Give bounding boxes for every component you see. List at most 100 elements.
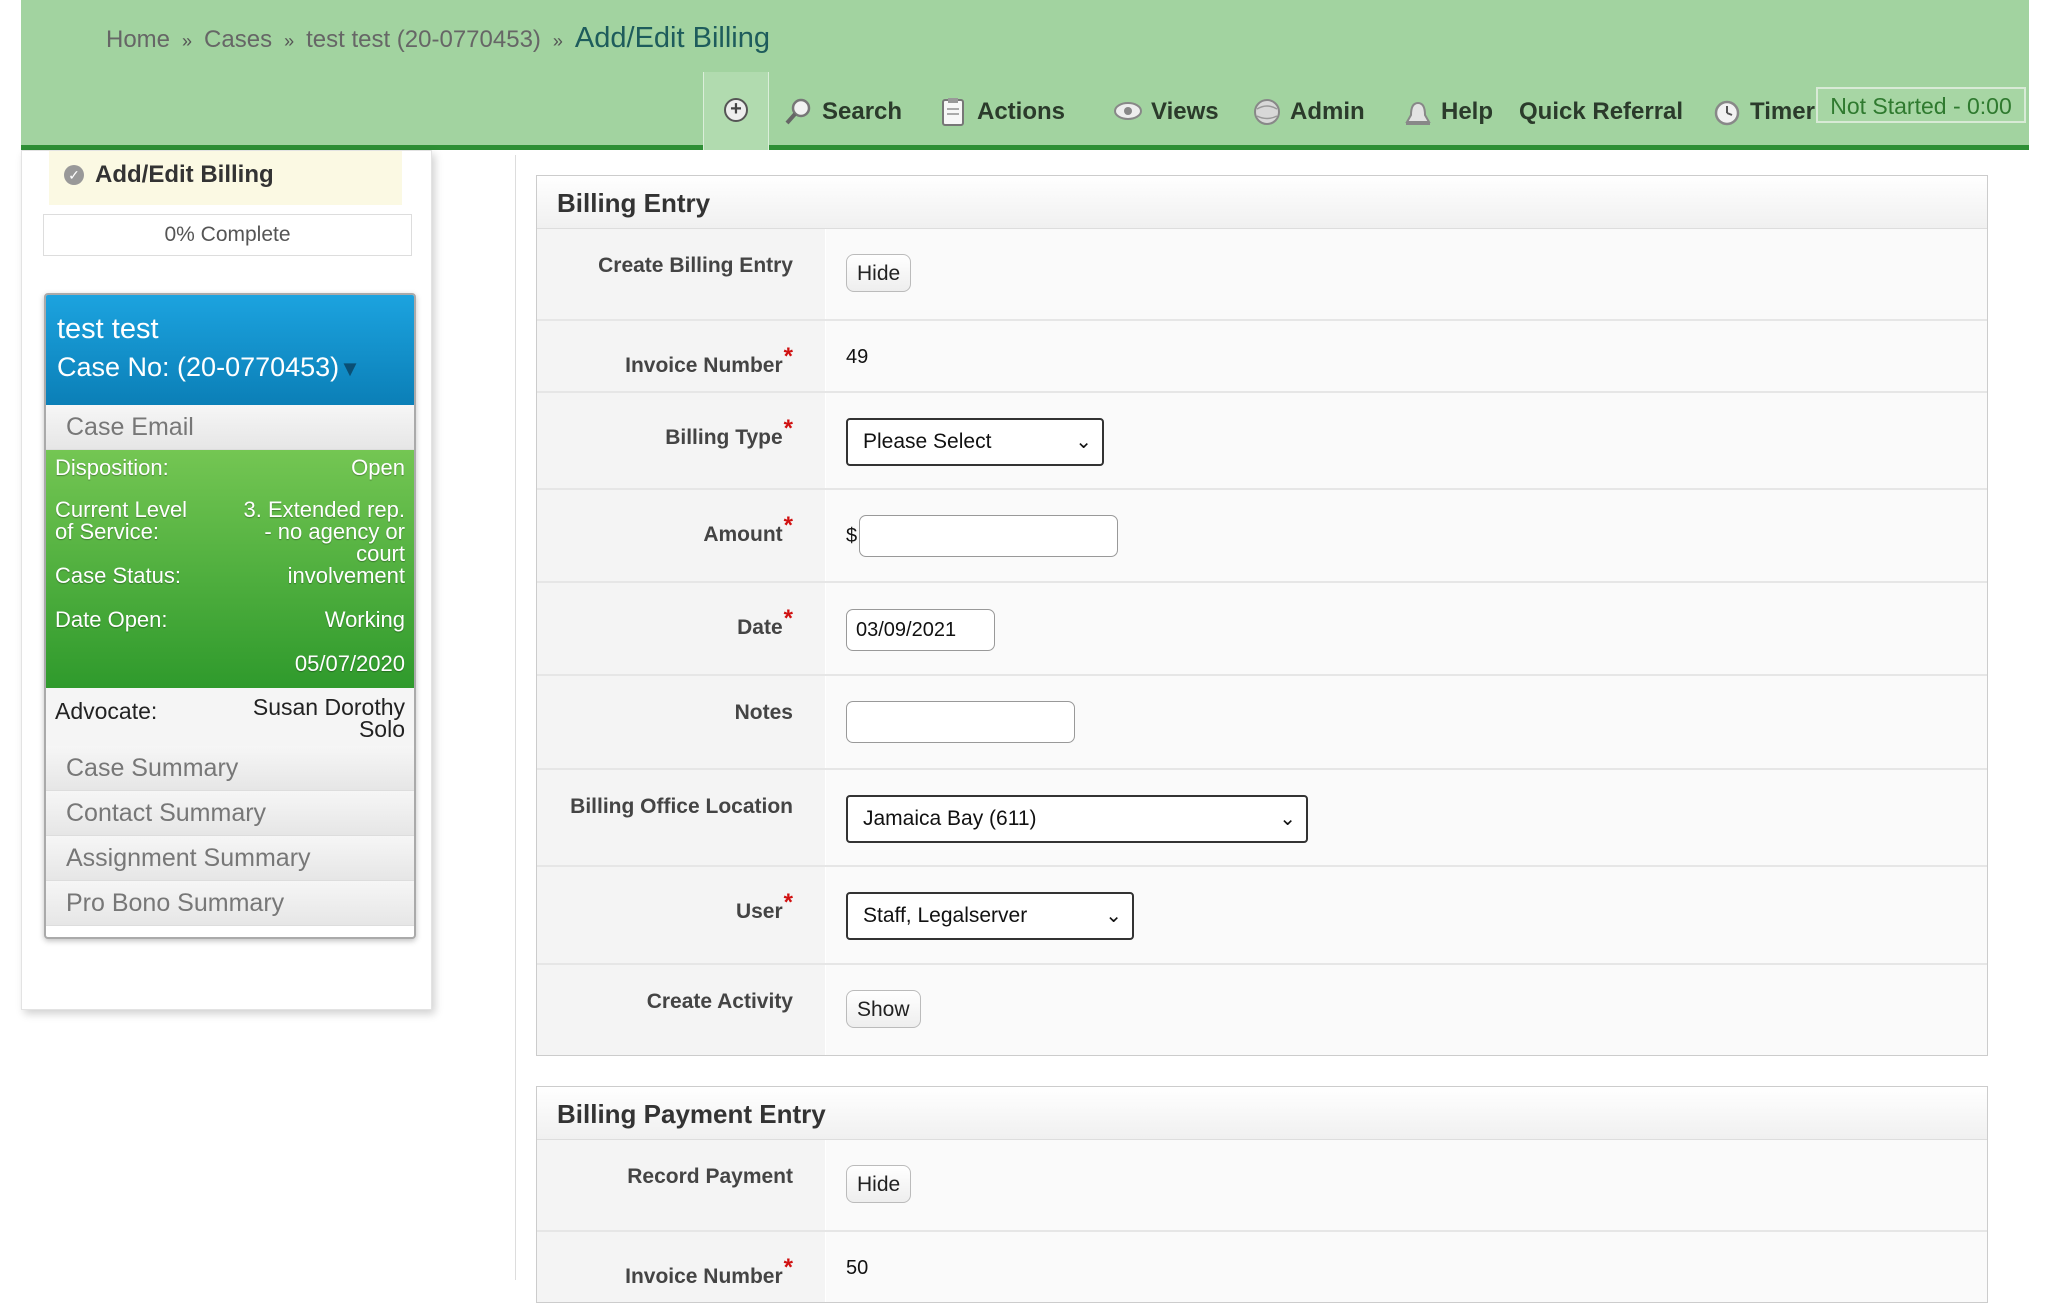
advocate-label: Advocate: [55,698,158,724]
app-header: Home » Cases » test test (20-0770453) » Add/Ed… [21,0,2029,150]
billing-entry-title: Billing Entry [537,176,1987,229]
required-mark: * [783,889,793,916]
status-label: Case Status: [55,563,181,588]
chevron-down-icon: ⌄ [1105,905,1122,927]
billing-type-select[interactable]: Please Select ⌄ [846,418,1104,466]
nav-help[interactable]: Help [1403,92,1493,132]
date-open-label: Date Open: [55,607,168,632]
nav-quick-referral[interactable]: Quick Referral [1519,92,1683,132]
disposition-value: Open [351,455,405,480]
progress-indicator: 0% Complete [43,214,412,256]
billing-type-row: Billing Type* Please Select ⌄ [537,393,1987,490]
field-value-cell: Hide [826,229,1987,319]
show-activity-button[interactable]: Show [846,990,921,1028]
contact-summary-link[interactable]: Contact Summary [46,791,414,836]
billing-payment-title: Billing Payment Entry [537,1087,1987,1140]
field-label-cell: User* [537,867,825,963]
required-mark: * [783,415,793,442]
billing-entry-section: Billing Entry Create Billing Entry Hide … [536,175,1988,1056]
breadcrumb-home[interactable]: Home [106,26,170,53]
status-value: Working [324,607,405,632]
case-number-text: Case No: (20-0770453) [57,352,340,382]
hide-payment-button[interactable]: Hide [846,1165,912,1203]
field-value-cell: $ [826,490,1987,581]
user-select[interactable]: Staff, Legalserver ⌄ [846,892,1134,940]
pro-bono-summary-link[interactable]: Pro Bono Summary [46,881,414,926]
field-label-cell: Invoice Number* [537,1232,825,1302]
breadcrumb-cases[interactable]: Cases [204,26,272,53]
current-step[interactable]: ✓ Add/Edit Billing [49,151,402,205]
case-number: Case No: (20-0770453)▼ [57,352,414,383]
main-content: Billing Entry Create Billing Entry Hide … [515,155,2025,1303]
breadcrumb-separator: » [182,31,193,51]
advocate-value-line: Solo [358,716,405,742]
payment-invoice-value: 50 [846,1257,869,1279]
billing-office-select[interactable]: Jamaica Bay (611) ⌄ [846,795,1308,843]
field-value-cell: Please Select ⌄ [826,393,1987,488]
amount-label-text: Amount [703,523,783,546]
advocate-value: Susan Dorothy Solo [253,696,405,742]
create-billing-row: Create Billing Entry Hide [537,229,1987,321]
user-label-text: User [735,900,783,923]
nav-timer[interactable]: Timer [1712,92,1815,132]
hide-billing-button[interactable]: Hide [846,254,912,292]
payment-invoice-row: Invoice Number* 50 [537,1232,1987,1302]
field-label-cell: Amount* [537,490,825,581]
amount-label: Amount* [703,512,793,548]
date-input[interactable]: 03/09/2021 [846,609,995,651]
billing-office-label: Billing Office Location [570,795,793,818]
date-label-text: Date [737,616,783,639]
billing-type-value: Please Select [863,430,992,453]
chevron-down-icon: ⌄ [1279,808,1296,830]
date-label: Date* [737,605,793,641]
case-header[interactable]: test test Case No: (20-0770453)▼ [46,295,414,405]
chevron-down-icon: ⌄ [1075,431,1092,453]
timer-status[interactable]: Not Started - 0:00 [1816,87,2026,123]
current-step-label: Add/Edit Billing [95,161,274,188]
create-billing-label: Create Billing Entry [598,254,793,277]
notes-label: Notes [734,701,793,724]
amount-input[interactable] [859,515,1118,557]
bell-icon [1403,97,1431,127]
breadcrumb-separator: » [552,31,563,51]
required-mark: * [783,343,793,370]
nav-search[interactable]: Search [784,92,902,132]
assignment-summary-link[interactable]: Assignment Summary [46,836,414,881]
required-mark: * [783,605,793,632]
breadcrumb-case[interactable]: test test (20-0770453) [306,26,541,53]
nav-search-label: Search [822,98,903,125]
disposition-label: Disposition: [55,455,169,480]
payment-invoice-label-text: Invoice Number [625,1265,783,1288]
nav-admin[interactable]: Admin [1252,92,1365,132]
case-details: Disposition: Open Current Level of Servic… [46,450,414,688]
case-email-link[interactable]: Case Email [46,405,414,450]
create-activity-label: Create Activity [646,990,793,1013]
eye-icon [1113,97,1142,127]
nav-timer-label: Timer [1750,98,1815,125]
case-name: test test [57,313,159,345]
field-label-cell: Create Activity [537,965,825,1055]
field-value-cell: Jamaica Bay (611) ⌄ [826,770,1987,865]
plus-circle-icon: + [724,98,748,122]
notes-input[interactable] [846,701,1075,743]
field-label-cell: Invoice Number* [537,321,825,391]
field-label-cell: Billing Office Location [537,770,825,865]
nav-views-label: Views [1151,98,1219,125]
field-value-cell: Show [826,965,1987,1055]
record-payment-row: Record Payment Hide [537,1140,1987,1232]
case-summary-link[interactable]: Case Summary [46,746,414,791]
nav-admin-label: Admin [1290,98,1365,125]
add-button[interactable]: + [703,72,769,150]
amount-row: Amount* $ [537,490,1987,583]
nav-views[interactable]: Views [1113,92,1219,132]
field-label-cell: Record Payment [537,1140,825,1230]
field-value-cell [826,676,1987,768]
field-value-cell: Staff, Legalserver ⌄ [826,867,1987,963]
caret-down-icon[interactable]: ▼ [339,356,361,381]
date-open-value: 05/07/2020 [294,651,405,676]
nav-actions[interactable]: Actions [939,92,1065,132]
field-value-cell: Hide [826,1140,1987,1230]
breadcrumb-separator: » [284,31,295,51]
billing-office-value: Jamaica Bay (611) [863,807,1037,830]
breadcrumb: Home » Cases » test test (20-0770453) » Add/Ed… [106,22,770,55]
